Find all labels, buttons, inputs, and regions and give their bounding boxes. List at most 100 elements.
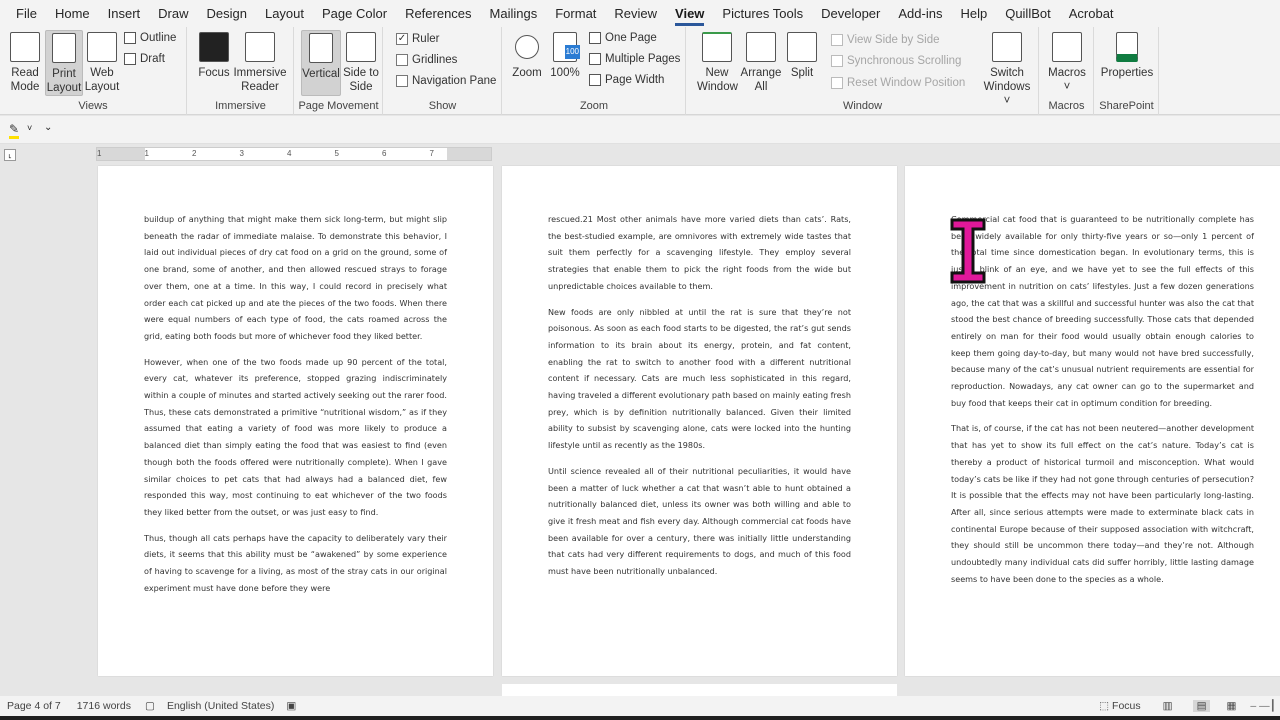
page-width-button[interactable]: Page Width bbox=[589, 74, 664, 86]
group-zoom: Zoom 100 100% One Page Multiple Pages Pag… bbox=[503, 27, 686, 115]
page-text[interactable]: buildup of anything that might make them… bbox=[144, 211, 447, 605]
immersive-reader-button[interactable]: Immersive Reader bbox=[232, 30, 288, 94]
outline-icon bbox=[124, 32, 136, 44]
macros-button[interactable]: Macros ˅ bbox=[1046, 30, 1088, 94]
menu-tab-quillbot[interactable]: QuillBot bbox=[996, 0, 1060, 27]
focus-button[interactable]: Focus bbox=[198, 30, 230, 80]
menu-tab-help[interactable]: Help bbox=[951, 0, 996, 27]
paragraph: Until science revealed all of their nutr… bbox=[548, 465, 851, 577]
menu-tab-acrobat[interactable]: Acrobat bbox=[1060, 0, 1123, 27]
multiple-pages-button[interactable]: Multiple Pages bbox=[589, 53, 680, 65]
menu-tab-developer[interactable]: Developer bbox=[812, 0, 889, 27]
page-text[interactable]: Commercial cat food that is guaranteed t… bbox=[951, 211, 1254, 596]
zoom-100-button[interactable]: 100 100% bbox=[548, 30, 582, 80]
checkbox-box bbox=[396, 54, 408, 66]
draft-button[interactable]: Draft bbox=[124, 53, 165, 65]
arrange-all-icon bbox=[746, 32, 776, 62]
checkbox-box bbox=[396, 75, 408, 87]
menu-tab-file[interactable]: File bbox=[7, 0, 46, 27]
chevron-down-icon[interactable]: ˅ bbox=[27, 123, 32, 133]
customize-toolbar-icon[interactable]: ⌄ bbox=[44, 122, 52, 133]
gridlines-checkbox[interactable]: Gridlines bbox=[396, 54, 457, 66]
print-layout-view-icon[interactable]: ▤ bbox=[1192, 700, 1211, 712]
quick-access-toolbar: ✎ ˅ ⌄ bbox=[0, 116, 1280, 144]
taskbar bbox=[0, 716, 1280, 720]
text-cursor-icon bbox=[950, 218, 986, 284]
menu-tab-pictures-tools[interactable]: Pictures Tools bbox=[713, 0, 812, 27]
new-window-button[interactable]: New Window bbox=[697, 30, 738, 94]
draft-icon bbox=[124, 53, 136, 65]
document-page-4[interactable]: rescued.21 Most other animals have more … bbox=[502, 166, 897, 676]
ruler-tick-label: 7 bbox=[429, 149, 434, 158]
immersive-reader-icon bbox=[245, 32, 275, 62]
checkmark-icon: ✓ bbox=[396, 33, 408, 45]
print-layout-button[interactable]: Print Layout bbox=[45, 30, 83, 96]
view-side-by-side-button[interactable]: View Side by Side bbox=[831, 34, 939, 46]
page-width-icon bbox=[589, 74, 601, 86]
paragraph: However, when one of the two foods made … bbox=[144, 356, 447, 517]
focus-mode-icon[interactable]: ⬚ bbox=[1099, 700, 1109, 712]
ruler-tick-label: 6 bbox=[382, 149, 387, 158]
one-page-button[interactable]: One Page bbox=[589, 32, 657, 44]
paragraph: buildup of anything that might make them… bbox=[144, 214, 447, 341]
language[interactable]: English (United States) bbox=[167, 700, 274, 712]
accessibility-icon[interactable]: ▣ bbox=[286, 700, 296, 712]
focus-mode-button[interactable]: Focus bbox=[1112, 700, 1141, 712]
arrange-all-button[interactable]: Arrange All bbox=[739, 30, 783, 94]
ruler-left-margin bbox=[97, 148, 145, 160]
navigation-pane-checkbox[interactable]: Navigation Pane bbox=[396, 75, 496, 87]
document-page-3[interactable]: buildup of anything that might make them… bbox=[98, 166, 493, 676]
tab-stop-selector[interactable]: ˪ bbox=[4, 149, 16, 161]
paragraph: Commercial cat food that is guaranteed t… bbox=[951, 214, 1254, 408]
menu-tab-page-color[interactable]: Page Color bbox=[313, 0, 396, 27]
outline-button[interactable]: Outline bbox=[124, 32, 176, 44]
one-page-icon bbox=[589, 32, 601, 44]
menu-tab-view[interactable]: View bbox=[666, 0, 713, 27]
menu-tab-design[interactable]: Design bbox=[198, 0, 256, 27]
zoom-slider[interactable]: – —┃ bbox=[1250, 700, 1276, 712]
menu-tab-insert[interactable]: Insert bbox=[99, 0, 150, 27]
vertical-button[interactable]: Vertical bbox=[301, 30, 341, 96]
web-layout-view-icon[interactable]: ▦ bbox=[1226, 700, 1236, 712]
group-show: ✓ Ruler Gridlines Navigation Pane Show bbox=[384, 27, 502, 115]
menu-tab-draw[interactable]: Draw bbox=[149, 0, 197, 27]
page-count[interactable]: Page 4 of 7 bbox=[7, 700, 61, 712]
read-mode-button[interactable]: Read Mode bbox=[6, 30, 44, 94]
proofing-icon[interactable]: ▢ bbox=[145, 700, 155, 712]
side-to-side-button[interactable]: Side to Side bbox=[342, 30, 380, 94]
web-layout-button[interactable]: Web Layout bbox=[84, 30, 120, 94]
magnifier-icon bbox=[515, 35, 539, 59]
word-count[interactable]: 1716 words bbox=[77, 700, 131, 712]
horizontal-ruler[interactable]: 1 1 2 3 4 5 6 7 bbox=[96, 147, 492, 161]
read-mode-view-icon[interactable]: ▥ bbox=[1163, 700, 1173, 712]
reset-position-icon bbox=[831, 77, 843, 89]
page-text[interactable]: rescued.21 Most other animals have more … bbox=[548, 211, 851, 589]
synchronous-scrolling-button[interactable]: Synchronous Scrolling bbox=[831, 55, 961, 67]
highlighter-icon[interactable]: ✎ bbox=[9, 122, 20, 139]
paragraph: rescued.21 Most other animals have more … bbox=[548, 214, 851, 291]
ruler-tick-label: 2 bbox=[192, 149, 197, 158]
menu-tab-home[interactable]: Home bbox=[46, 0, 99, 27]
group-macros: Macros ˅ Macros bbox=[1040, 27, 1094, 115]
menu-tab-layout[interactable]: Layout bbox=[256, 0, 313, 27]
side-by-side-icon bbox=[831, 34, 843, 46]
menu-tab-mailings[interactable]: Mailings bbox=[481, 0, 547, 27]
menu-tab-references[interactable]: References bbox=[396, 0, 480, 27]
sync-scroll-icon bbox=[831, 55, 843, 67]
menu-tab-format[interactable]: Format bbox=[546, 0, 605, 27]
menu-tab-review[interactable]: Review bbox=[605, 0, 666, 27]
group-views: Read Mode Print Layout Web Layout Outlin… bbox=[0, 27, 187, 115]
ruler-checkbox[interactable]: ✓ Ruler bbox=[396, 33, 439, 45]
zoom-button[interactable]: Zoom bbox=[509, 30, 545, 80]
ruler-right-margin bbox=[447, 148, 491, 160]
web-layout-icon bbox=[87, 32, 117, 62]
properties-button[interactable]: Properties bbox=[1099, 30, 1155, 80]
switch-windows-icon bbox=[992, 32, 1022, 62]
ribbon: Read Mode Print Layout Web Layout Outlin… bbox=[0, 27, 1280, 115]
properties-icon bbox=[1116, 32, 1138, 62]
paragraph: New foods are only nibbled at until the … bbox=[548, 306, 851, 451]
split-button[interactable]: Split bbox=[785, 30, 819, 80]
menu-tab-add-ins[interactable]: Add-ins bbox=[889, 0, 951, 27]
switch-windows-button[interactable]: Switch Windows ˅ bbox=[979, 30, 1035, 108]
reset-window-position-button[interactable]: Reset Window Position bbox=[831, 77, 965, 89]
